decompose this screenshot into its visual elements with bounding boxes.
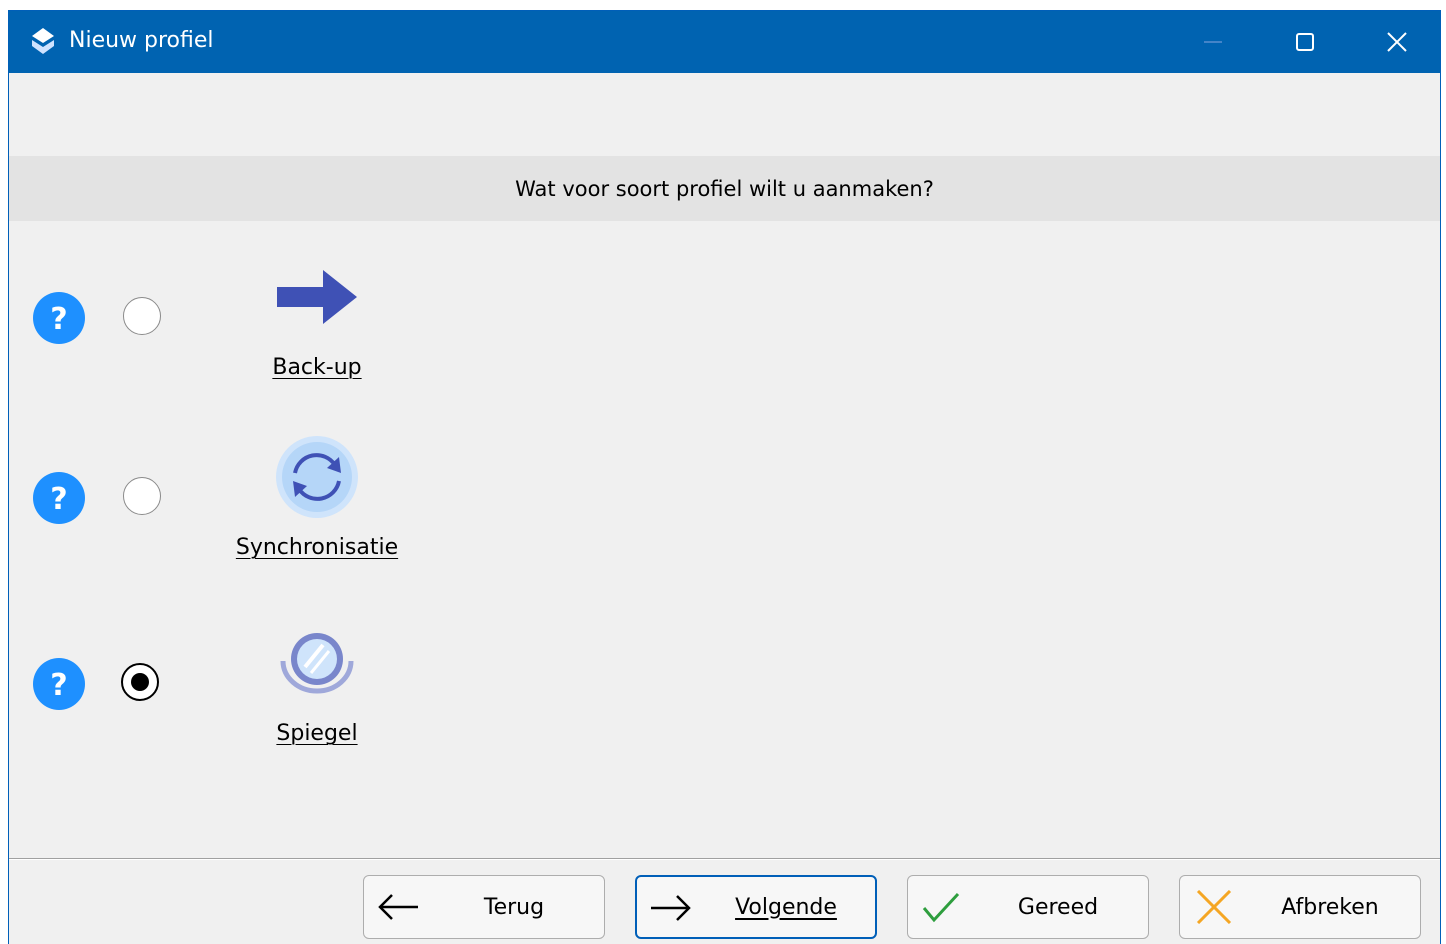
close-button[interactable] xyxy=(1351,11,1440,73)
help-icon[interactable]: ? xyxy=(33,472,85,524)
radio-spiegel[interactable] xyxy=(121,663,159,701)
svg-text:?: ? xyxy=(50,668,67,703)
next-button[interactable]: Volgende xyxy=(635,875,877,939)
help-icon[interactable]: ? xyxy=(33,292,85,344)
arrow-right-icon[interactable] xyxy=(273,267,359,327)
close-icon xyxy=(1387,32,1407,52)
option-label-synchronisatie[interactable]: Synchronisatie xyxy=(197,535,437,560)
cancel-button-label: Afbreken xyxy=(1281,894,1379,920)
dialog-window: Nieuw profiel Wat voor soort profiel wil… xyxy=(8,10,1441,944)
finish-button-label: Gereed xyxy=(1017,894,1099,920)
option-label-spiegel[interactable]: Spiegel xyxy=(197,721,437,746)
cancel-button[interactable]: Afbreken xyxy=(1179,875,1421,939)
question-header: Wat voor soort profiel wilt u aanmaken? xyxy=(9,156,1440,221)
next-button-label: Volgende xyxy=(735,894,837,920)
radio-synchronisatie[interactable] xyxy=(123,477,161,515)
back-button[interactable]: Terug xyxy=(363,875,605,939)
svg-text:?: ? xyxy=(50,302,67,337)
svg-text:?: ? xyxy=(50,482,67,517)
title-bar[interactable]: Nieuw profiel xyxy=(9,11,1440,73)
finish-button[interactable]: Gereed xyxy=(907,875,1149,939)
arrow-left-icon xyxy=(378,894,418,920)
arrow-right-icon xyxy=(651,895,691,921)
cross-icon xyxy=(1196,890,1232,924)
option-label-backup[interactable]: Back-up xyxy=(197,355,437,380)
minimize-icon xyxy=(1204,41,1222,43)
footer-divider-highlight xyxy=(9,859,1440,860)
help-icon[interactable]: ? xyxy=(33,658,85,710)
question-text: Wat voor soort profiel wilt u aanmaken? xyxy=(515,176,934,201)
maximize-button[interactable] xyxy=(1259,11,1351,73)
mirror-icon[interactable] xyxy=(277,627,357,697)
maximize-icon xyxy=(1296,33,1314,51)
sync-icon[interactable] xyxy=(275,435,359,519)
checkmark-icon xyxy=(922,892,960,923)
back-button-label: Terug xyxy=(483,894,545,920)
radio-backup[interactable] xyxy=(123,297,161,335)
window-title: Nieuw profiel xyxy=(69,28,214,53)
minimize-button[interactable] xyxy=(1167,11,1259,73)
app-logo-icon xyxy=(32,28,54,54)
